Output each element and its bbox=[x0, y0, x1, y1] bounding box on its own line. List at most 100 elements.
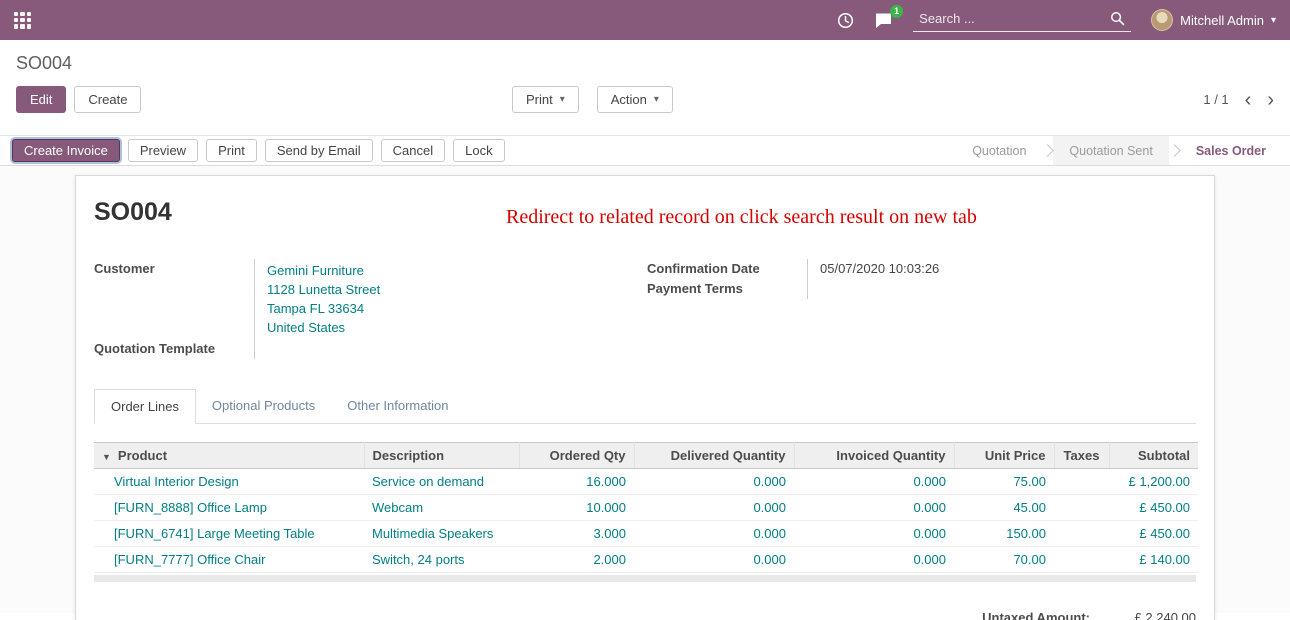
col-description: Description bbox=[364, 443, 519, 469]
left-field-group: Customer Gemini Furniture 1128 Lunetta S… bbox=[94, 259, 643, 359]
annotation-text: Redirect to related record on click sear… bbox=[506, 206, 977, 229]
pager-count: 1 / 1 bbox=[1203, 92, 1228, 107]
breadcrumb: SO004 bbox=[0, 40, 1290, 78]
pager-previous-icon[interactable]: ‹ bbox=[1245, 91, 1252, 109]
cell-subtotal[interactable]: £ 1,200.00 bbox=[1109, 469, 1198, 495]
cell-unit-price[interactable]: 70.00 bbox=[954, 547, 1054, 573]
cell-invoiced-qty[interactable]: 0.000 bbox=[794, 469, 954, 495]
lock-button[interactable]: Lock bbox=[453, 139, 504, 162]
customer-country[interactable]: United States bbox=[267, 318, 643, 337]
cell-invoiced-qty[interactable]: 0.000 bbox=[794, 521, 954, 547]
cell-product[interactable]: Virtual Interior Design bbox=[94, 469, 364, 495]
edit-button[interactable]: Edit bbox=[16, 86, 66, 113]
confirmation-date-label: Confirmation Date bbox=[647, 259, 807, 279]
cell-product[interactable]: [FURN_6741] Large Meeting Table bbox=[94, 521, 364, 547]
payment-terms-value bbox=[807, 279, 1196, 299]
cell-unit-price[interactable]: 45.00 bbox=[954, 495, 1054, 521]
control-panel: Edit Create Print ▾ Action ▾ 1 / 1 ‹ › bbox=[0, 78, 1290, 123]
right-field-group: Confirmation Date 05/07/2020 10:03:26 Pa… bbox=[647, 259, 1196, 359]
tab-other-information[interactable]: Other Information bbox=[331, 389, 464, 423]
status-step-quotation[interactable]: Quotation bbox=[956, 136, 1042, 165]
column-toggle-icon[interactable]: ▼ bbox=[102, 452, 111, 462]
cell-subtotal[interactable]: £ 450.00 bbox=[1109, 495, 1198, 521]
action-menus: Print ▾ Action ▾ bbox=[512, 86, 673, 113]
cell-description[interactable]: Service on demand bbox=[364, 469, 519, 495]
table-row[interactable]: [FURN_6741] Large Meeting Table Multimed… bbox=[94, 521, 1198, 547]
table-row[interactable]: [FURN_7777] Office Chair Switch, 24 port… bbox=[94, 547, 1198, 573]
table-header-row: ▼ Product Description Ordered Qty Deliver… bbox=[94, 443, 1198, 469]
pager-next-icon[interactable]: › bbox=[1267, 91, 1274, 109]
table-row[interactable]: Virtual Interior Design Service on deman… bbox=[94, 469, 1198, 495]
messages-badge: 1 bbox=[890, 5, 903, 18]
cell-taxes[interactable] bbox=[1054, 547, 1109, 573]
search-icon[interactable] bbox=[1110, 11, 1125, 26]
col-ordered-qty: Ordered Qty bbox=[519, 443, 634, 469]
activities-clock-icon[interactable] bbox=[837, 12, 854, 29]
order-lines-table: ▼ Product Description Ordered Qty Deliver… bbox=[94, 442, 1198, 573]
cell-invoiced-qty[interactable]: 0.000 bbox=[794, 547, 954, 573]
user-menu[interactable]: Mitchell Admin ▾ bbox=[1151, 9, 1276, 31]
create-invoice-button[interactable]: Create Invoice bbox=[12, 139, 120, 162]
notebook-tabs: Order Lines Optional Products Other Info… bbox=[94, 389, 1196, 424]
cancel-button[interactable]: Cancel bbox=[381, 139, 445, 162]
create-button[interactable]: Create bbox=[74, 86, 141, 113]
form-view-container: SO004 Redirect to related record on clic… bbox=[0, 166, 1290, 613]
table-bottom-strip bbox=[94, 575, 1196, 582]
chevron-down-icon: ▾ bbox=[1271, 15, 1276, 26]
customer-street[interactable]: 1128 Lunetta Street bbox=[267, 280, 643, 299]
print-button[interactable]: Print bbox=[206, 139, 257, 162]
tab-optional-products[interactable]: Optional Products bbox=[196, 389, 331, 423]
cell-subtotal[interactable]: £ 140.00 bbox=[1109, 547, 1198, 573]
customer-name-link[interactable]: Gemini Furniture bbox=[267, 261, 643, 280]
quotation-template-value bbox=[254, 339, 643, 359]
cell-invoiced-qty[interactable]: 0.000 bbox=[794, 495, 954, 521]
field-groups: Customer Gemini Furniture 1128 Lunetta S… bbox=[94, 259, 1196, 359]
cell-description[interactable]: Switch, 24 ports bbox=[364, 547, 519, 573]
sales-order-sheet: SO004 Redirect to related record on clic… bbox=[75, 175, 1215, 620]
customer-city[interactable]: Tampa FL 33634 bbox=[267, 299, 643, 318]
cell-ordered-qty[interactable]: 3.000 bbox=[519, 521, 634, 547]
col-unit-price: Unit Price bbox=[954, 443, 1054, 469]
untaxed-amount-value: £ 2,240.00 bbox=[1100, 610, 1196, 620]
cell-delivered-qty[interactable]: 0.000 bbox=[634, 469, 794, 495]
status-step-sales-order[interactable]: Sales Order bbox=[1180, 136, 1282, 165]
col-product-label: Product bbox=[118, 448, 167, 463]
cell-delivered-qty[interactable]: 0.000 bbox=[634, 547, 794, 573]
chevron-right-icon bbox=[1042, 144, 1055, 157]
cell-ordered-qty[interactable]: 16.000 bbox=[519, 469, 634, 495]
untaxed-amount-label: Untaxed Amount: bbox=[982, 610, 1090, 620]
totals: Untaxed Amount: £ 2,240.00 bbox=[94, 610, 1196, 620]
cell-product[interactable]: [FURN_7777] Office Chair bbox=[94, 547, 364, 573]
col-delivered-qty: Delivered Quantity bbox=[634, 443, 794, 469]
cell-ordered-qty[interactable]: 2.000 bbox=[519, 547, 634, 573]
status-step-quotation-sent[interactable]: Quotation Sent bbox=[1053, 136, 1168, 165]
messages-icon[interactable]: 1 bbox=[874, 12, 893, 29]
preview-button[interactable]: Preview bbox=[128, 139, 198, 162]
tab-order-lines[interactable]: Order Lines bbox=[94, 389, 196, 424]
cell-delivered-qty[interactable]: 0.000 bbox=[634, 495, 794, 521]
cell-ordered-qty[interactable]: 10.000 bbox=[519, 495, 634, 521]
cell-taxes[interactable] bbox=[1054, 469, 1109, 495]
cell-delivered-qty[interactable]: 0.000 bbox=[634, 521, 794, 547]
apps-menu-icon[interactable] bbox=[14, 12, 31, 29]
search-input[interactable] bbox=[919, 11, 1110, 26]
cell-description[interactable]: Webcam bbox=[364, 495, 519, 521]
action-menu-label: Action bbox=[611, 92, 647, 107]
send-by-email-button[interactable]: Send by Email bbox=[265, 139, 373, 162]
print-menu-label: Print bbox=[526, 92, 553, 107]
col-taxes: Taxes bbox=[1054, 443, 1109, 469]
cell-subtotal[interactable]: £ 450.00 bbox=[1109, 521, 1198, 547]
action-menu-button[interactable]: Action ▾ bbox=[597, 86, 673, 113]
cell-description[interactable]: Multimedia Speakers bbox=[364, 521, 519, 547]
cell-unit-price[interactable]: 150.00 bbox=[954, 521, 1054, 547]
cell-taxes[interactable] bbox=[1054, 495, 1109, 521]
table-row[interactable]: [FURN_8888] Office Lamp Webcam 10.000 0.… bbox=[94, 495, 1198, 521]
customer-label: Customer bbox=[94, 259, 254, 339]
avatar bbox=[1151, 9, 1173, 31]
cell-product[interactable]: [FURN_8888] Office Lamp bbox=[94, 495, 364, 521]
cell-unit-price[interactable]: 75.00 bbox=[954, 469, 1054, 495]
cell-taxes[interactable] bbox=[1054, 521, 1109, 547]
print-menu-button[interactable]: Print ▾ bbox=[512, 86, 579, 113]
global-search[interactable] bbox=[913, 8, 1131, 32]
chevron-right-icon bbox=[1168, 144, 1181, 157]
